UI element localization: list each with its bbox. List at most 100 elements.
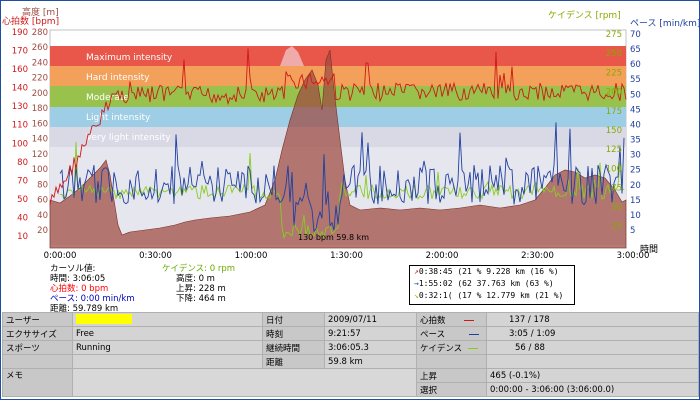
axis-tick-label: 160 [32, 119, 48, 129]
axis-tick-label: 100 [606, 164, 622, 174]
time-tick-label: 1:00:00 [235, 251, 268, 261]
distance-label: 距離 [262, 354, 325, 369]
zone-summary-row: ↘0:32:1( (17 % 12.779 km (21 %) [414, 291, 564, 300]
axis-tick-label: 45 [630, 105, 641, 115]
time-value: 9:21:57 [324, 326, 417, 341]
axis-tick-label: 25 [611, 222, 622, 232]
axis-label-heart-rate: 心拍数 [bpm] [2, 15, 59, 27]
axis-tick-label: 100 [12, 139, 28, 149]
axis-tick-label: 140 [12, 84, 28, 94]
cursor-ascent: 上昇: 228 m [176, 284, 226, 294]
memo-field[interactable] [72, 368, 417, 397]
axis-tick-label: 50 [630, 90, 641, 100]
zone-summary-row: ↗0:38:45 (21 % 9.228 km (16 %) [414, 267, 559, 276]
axis-tick-label: 280 [32, 28, 48, 38]
axis-tick-label: 20 [630, 181, 641, 191]
selection-value: 0:00:00 - 3:06:00 (3:06:00.0) [486, 382, 699, 397]
axis-tick-label: 25 [630, 166, 641, 176]
hr-value: 137 / 178 [486, 312, 699, 327]
axis-tick-label: 50 [17, 195, 28, 205]
cursor-altitude: 高度: 0 m [176, 274, 215, 284]
cadence-label: ケイデンス [416, 340, 487, 355]
exercise-info-table: ユーザー 日付 2009/07/11 心拍数 137 / 178 エクササイズ … [2, 312, 699, 397]
empty-cell [2, 354, 73, 369]
date-value: 2009/07/11 [324, 312, 417, 327]
ascent-value: 465 (-0.1%) [486, 368, 699, 383]
distance-value: 59.8 km [324, 354, 417, 369]
axis-tick-label: 275 [606, 30, 622, 40]
axis-tick-label: 170 [12, 47, 28, 57]
sport-label: スポーツ [2, 340, 73, 355]
cursor-values-panel: カーソル値: 時間: 3:06:05 心拍数: 0 bpm ペース: 0:00 … [50, 264, 135, 314]
empty-cell [72, 354, 263, 369]
axis-tick-label: 120 [32, 150, 48, 160]
ascent-label: 上昇 [416, 368, 487, 383]
axis-tick-label: 70 [17, 176, 28, 186]
axis-tick-label: 175 [606, 107, 622, 117]
time-tick-label: 0:30:00 [139, 251, 172, 261]
axis-tick-label: 150 [606, 126, 622, 136]
user-field[interactable] [72, 312, 263, 327]
axis-tick-label: 20 [37, 226, 48, 236]
zone-label-light: Light intensity [86, 113, 151, 123]
user-label: ユーザー [2, 312, 73, 327]
pace-value: 3:05 / 1:09 [486, 326, 699, 341]
axis-tick-label: 250 [606, 49, 622, 59]
axis-tick-label: 260 [32, 43, 48, 53]
time-tick-label: 3:00:00 [617, 251, 650, 261]
axis-label-pace: ペース [min/km] [630, 19, 700, 29]
axis-tick-label: 160 [12, 65, 28, 75]
axis-tick-label: 60 [630, 60, 641, 70]
pace-label: ペース [416, 326, 487, 341]
axis-tick-label: 225 [606, 68, 622, 78]
time-tick-label: 2:00:00 [426, 251, 459, 261]
axis-tick-label: 140 [32, 135, 48, 145]
axis-tick-label: 10 [17, 232, 28, 242]
axis-label-cadence: ケイデンス [rpm] [548, 9, 621, 21]
axis-tick-label: 70 [630, 30, 641, 40]
axis-tick-label: 35 [630, 136, 641, 146]
axis-tick-label: 65 [630, 45, 641, 55]
cursor-hr: 心拍数: 0 bpm [50, 284, 109, 294]
cadence-altitude-panel: ケイデンス: 0 rpm 高度: 0 m 上昇: 228 m 下降: 464 m [162, 264, 235, 304]
duration-label: 継続時間 [262, 340, 325, 355]
cursor-pace: ペース: 0:00 min/km [50, 294, 135, 304]
axis-tick-label: 190 [12, 28, 28, 38]
axis-tick-label: 110 [12, 121, 28, 131]
axis-tick-label: 80 [37, 180, 48, 190]
axis-tick-label: 200 [606, 88, 622, 98]
time-tick-label: 0:00:00 [44, 251, 77, 261]
axis-tick-label: 50 [611, 203, 622, 213]
date-label: 日付 [262, 312, 325, 327]
axis-tick-label: 40 [17, 213, 28, 223]
axis-tick-label: 30 [630, 151, 641, 161]
axis-tick-label: 240 [32, 58, 48, 68]
exercise-chart[interactable]: Maximum intensity Hard intensity Moderat… [0, 0, 700, 262]
zone-summary-box: ↗0:38:45 (21 % 9.228 km (16 %) →1:55:02 … [409, 265, 575, 305]
pace-ticks: 70 65 60 55 50 45 40 35 30 25 20 15 10 5 [630, 30, 641, 236]
axis-tick-label: 60 [37, 196, 48, 206]
axis-tick-label: 180 [32, 104, 48, 114]
axis-tick-label: 200 [32, 89, 48, 99]
axis-tick-label: 55 [630, 75, 641, 85]
heart-rate-ticks: 190 170 160 140 130 110 100 80 70 50 40 10 [12, 28, 28, 242]
cursor-time: 時間: 3:06:05 [50, 274, 106, 284]
time-label: 時刻 [262, 326, 325, 341]
time-tick-label: 2:30:00 [521, 251, 554, 261]
selection-label: 選択 [416, 382, 487, 397]
cursor-cadence: ケイデンス: 0 rpm [162, 264, 236, 274]
exercise-value: Free [72, 326, 263, 341]
axis-tick-label: 75 [611, 184, 622, 194]
axis-tick-label: 40 [37, 211, 48, 221]
axis-tick-label: 10 [630, 211, 641, 221]
empty-cell [416, 354, 487, 369]
zone-label-very-light: Very light intensity [86, 133, 171, 143]
sport-value: Running [72, 340, 263, 355]
axis-tick-label: 100 [32, 165, 48, 175]
zone-label-maximum: Maximum intensity [86, 53, 173, 63]
axis-tick-label: 125 [606, 145, 622, 155]
hr-label: 心拍数 [416, 312, 487, 327]
cursor-readout: 130 bpm 59.8 km [298, 233, 369, 242]
axis-tick-label: 220 [32, 74, 48, 84]
empty-cell [486, 354, 699, 369]
